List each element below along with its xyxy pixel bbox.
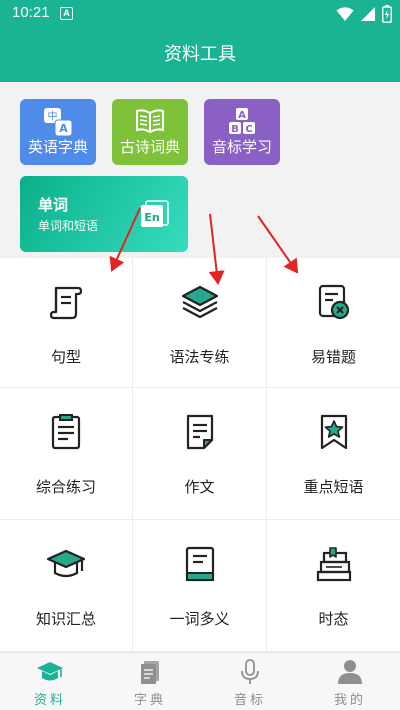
status-icons	[336, 5, 392, 23]
tab-materials[interactable]: 资料	[0, 653, 100, 710]
grid-item-label: 作文	[184, 478, 215, 496]
block-letter-a: A	[238, 110, 246, 121]
grid-item-comprehensive-practice[interactable]: 综合练习	[0, 388, 133, 520]
app-bar: 资料工具	[0, 28, 400, 82]
grid-item-label: 句型	[50, 348, 81, 366]
bottom-tab-bar: 资料 字典 音标 我的	[0, 652, 400, 710]
grid-item-label: 时态	[318, 610, 349, 628]
en-book-text: En	[144, 211, 159, 224]
grid-item-tenses[interactable]: 时态	[267, 520, 400, 652]
graduation-cap-icon	[37, 662, 63, 681]
grid-item-label: 一词多义	[169, 610, 230, 628]
grid-item-grammar-practice[interactable]: 语法专练	[133, 258, 267, 388]
error-doc-icon	[318, 284, 349, 320]
user-icon	[338, 660, 362, 684]
grid-item-label: 综合练习	[35, 478, 96, 496]
notification-icon: A	[60, 7, 73, 20]
document-icon	[186, 414, 213, 450]
grid-item-label: 语法专练	[169, 348, 230, 366]
poem-dictionary-label: 古诗词典	[119, 138, 180, 156]
graduation-cap-icon	[46, 549, 86, 578]
battery-icon	[382, 5, 392, 23]
en-book-icon: En	[141, 200, 169, 227]
grid-item-label: 重点短语	[303, 478, 364, 496]
status-time: 10:21	[12, 4, 50, 21]
grid-item-key-phrases[interactable]: 重点短语	[267, 388, 400, 520]
words-card[interactable]: 单词 单词和短语 En	[20, 176, 188, 252]
english-dictionary-label: 英语字典	[27, 138, 88, 156]
tab-label: 音标	[233, 693, 266, 708]
dictionary-icon	[141, 661, 159, 684]
words-card-subtitle: 单词和短语	[38, 219, 99, 233]
translate-icon: 中 A	[44, 108, 73, 137]
block-letter-c: C	[245, 124, 252, 135]
tab-label: 资料	[33, 693, 66, 708]
tab-label: 字典	[133, 693, 166, 708]
tab-dictionary[interactable]: 字典	[100, 653, 200, 710]
grid-item-label: 易错题	[310, 348, 356, 366]
page-title: 资料工具	[164, 44, 236, 65]
signal-icon	[361, 7, 375, 21]
block-letter-b: B	[231, 124, 239, 135]
scroll-icon	[49, 286, 83, 320]
function-grid: 句型 语法专练 易错题 综合练习 作文 重点短语 知识汇总 一词多义 时态	[0, 258, 400, 652]
wifi-icon	[336, 7, 354, 21]
tab-profile[interactable]: 我的	[300, 653, 400, 710]
grid-item-polysemy[interactable]: 一词多义	[133, 520, 267, 652]
star-bookmark-icon	[320, 414, 347, 450]
tab-label: 我的	[333, 693, 366, 708]
phonetics-label: 音标学习	[211, 138, 272, 156]
clipboard-icon	[51, 414, 81, 450]
open-book-icon	[136, 109, 164, 134]
grid-item-sentence-patterns[interactable]: 句型	[0, 258, 133, 388]
status-bar: 10:21 A	[0, 0, 400, 28]
grid-item-error-prone[interactable]: 易错题	[267, 258, 400, 388]
feature-cards: 中 A 英语字典 古诗词典 A B C 音标学习 单词 单词和短语 En	[0, 82, 400, 258]
book-icon	[185, 546, 214, 582]
layers-icon	[181, 285, 218, 319]
translate-icon-en: A	[59, 122, 68, 135]
grid-item-label: 知识汇总	[35, 610, 96, 628]
microphone-icon	[241, 659, 259, 684]
tab-phonetics[interactable]: 音标	[200, 653, 300, 710]
words-card-title: 单词	[38, 196, 69, 214]
english-dictionary-card[interactable]: 中 A 英语字典	[20, 99, 96, 165]
grid-item-knowledge-summary[interactable]: 知识汇总	[0, 520, 133, 652]
grid-item-composition[interactable]: 作文	[133, 388, 267, 520]
abc-blocks-icon: A B C	[229, 108, 255, 135]
poem-dictionary-card[interactable]: 古诗词典	[112, 99, 188, 165]
book-stack-icon	[316, 547, 351, 582]
phonetics-card[interactable]: A B C 音标学习	[204, 99, 280, 165]
